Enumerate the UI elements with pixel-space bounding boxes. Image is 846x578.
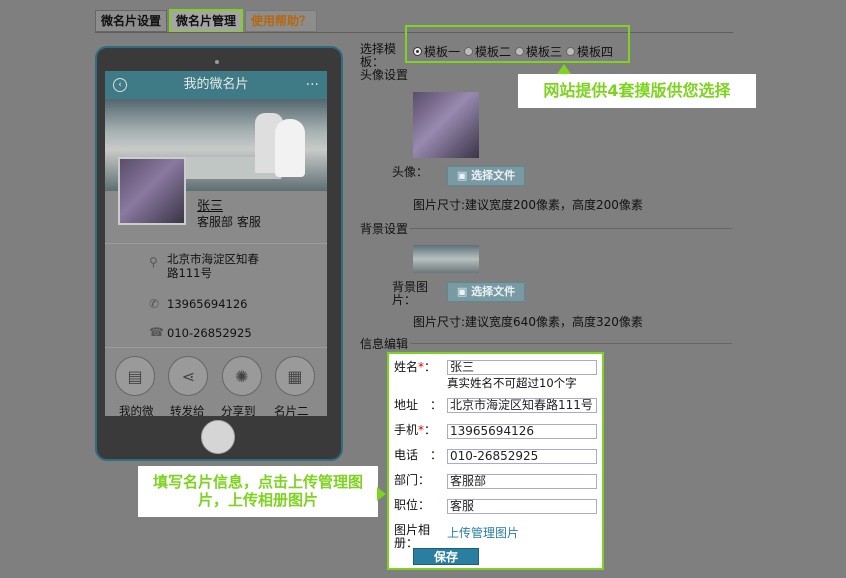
- preview-dept: 客服部 客服: [197, 215, 261, 229]
- dept-label: 部门：: [394, 473, 431, 487]
- template-option-4[interactable]: 模板四: [566, 43, 613, 60]
- template-callout: 网站提供4套摸版供您选择: [518, 74, 756, 108]
- template-option-1[interactable]: 模板一: [413, 43, 460, 60]
- tab-bar: 微名片设置 微名片管理 使用帮助？: [95, 9, 318, 33]
- template-option-2[interactable]: 模板二: [464, 43, 511, 60]
- phone-preview: ‹ 我的微名片 ··· 张三 客服部 客服 ⚲ 北京市海淀区知春路111号 ✆ …: [95, 46, 343, 461]
- preview-name: 张三: [197, 199, 224, 214]
- bg-size-note: 图片尺寸:建议宽度640像素，高度320像素: [413, 315, 643, 329]
- tel-input[interactable]: 010-26852925: [447, 449, 597, 464]
- tab-card-management[interactable]: 微名片管理: [169, 9, 244, 33]
- action-card-two[interactable]: 名片二: [274, 403, 309, 416]
- template-option-3[interactable]: 模板三: [515, 43, 562, 60]
- address-input[interactable]: 北京市海淀区知春路111号: [447, 398, 597, 413]
- action-forward[interactable]: 转发给: [170, 403, 205, 416]
- callout-arrow: [557, 64, 571, 74]
- back-icon[interactable]: ‹: [113, 78, 127, 92]
- bg-section-title: 背景设置: [360, 222, 409, 236]
- card-icon[interactable]: ▤: [115, 356, 155, 396]
- tel-label: 电话 ：: [394, 448, 443, 462]
- tel-icon: ☎: [149, 325, 164, 339]
- divider: [105, 243, 327, 244]
- address-label: 地址 ：: [394, 398, 443, 412]
- dept-input[interactable]: 客服部: [447, 474, 597, 489]
- phone-speaker: [215, 60, 219, 64]
- avatar-thumbnail: [413, 92, 479, 158]
- divider: [410, 228, 732, 229]
- radio-icon[interactable]: [515, 47, 525, 56]
- album-label: 图片相册：: [394, 523, 431, 550]
- radio-checked-icon[interactable]: [413, 47, 422, 56]
- divider: [105, 347, 327, 348]
- avatar-size-note: 图片尺寸:建议宽度200像素，高度200像素: [413, 198, 643, 212]
- template-radio-group: 模板一 模板二 模板三 模板四: [413, 43, 613, 60]
- mobile-input[interactable]: 13965694126: [447, 424, 597, 439]
- banner-figure: [275, 119, 305, 177]
- upload-album-link[interactable]: 上传管理图片: [447, 524, 519, 541]
- home-button[interactable]: [201, 420, 235, 454]
- image-icon: ▣: [456, 285, 472, 298]
- mobile-label: 手机*：: [394, 423, 437, 437]
- divider: [410, 343, 732, 344]
- info-callout: 填写名片信息，点击上传管理图片，上传相册图片: [138, 466, 378, 517]
- bg-thumbnail: [413, 245, 479, 273]
- image-icon: ▣: [456, 169, 472, 182]
- avatar-label: 头像：: [392, 165, 429, 179]
- phone-screen: ‹ 我的微名片 ··· 张三 客服部 客服 ⚲ 北京市海淀区知春路111号 ✆ …: [105, 71, 327, 416]
- action-share[interactable]: 分享到: [221, 403, 256, 416]
- aperture-icon[interactable]: ✺: [221, 356, 262, 396]
- tab-help[interactable]: 使用帮助？: [245, 10, 318, 32]
- template-label: 选择模板：: [360, 42, 397, 69]
- name-label: 姓名*：: [394, 360, 437, 374]
- preview-address: 北京市海淀区知春路111号: [167, 252, 259, 280]
- callout-arrow: [377, 487, 386, 501]
- preview-avatar: [118, 157, 186, 225]
- preview-tel: 010-26852925: [167, 326, 252, 340]
- avatar-file-button[interactable]: ▣ 选择文件: [447, 166, 525, 186]
- tab-card-settings[interactable]: 微名片设置: [95, 10, 168, 32]
- name-input[interactable]: 张三: [447, 360, 597, 375]
- phone-icon: ✆: [149, 297, 160, 311]
- name-hint: 真实姓名不可超过10个字: [447, 376, 577, 390]
- radio-icon[interactable]: [566, 47, 576, 56]
- share-icon[interactable]: ⋖: [168, 356, 209, 396]
- avatar-section-title: 头像设置: [360, 68, 409, 82]
- position-input[interactable]: 客服: [447, 499, 597, 514]
- info-section-title: 信息编辑: [360, 337, 409, 351]
- preview-title: 我的微名片: [183, 77, 249, 92]
- preview-action-row: ▤ ⋖ ✺ ▦: [115, 356, 315, 396]
- preview-phone: 13965694126: [167, 297, 248, 311]
- more-icon[interactable]: ···: [306, 71, 319, 99]
- action-my-card[interactable]: 我的微: [119, 403, 154, 416]
- qrcode-icon[interactable]: ▦: [274, 356, 315, 396]
- bg-file-button[interactable]: ▣ 选择文件: [447, 282, 525, 302]
- position-label: 职位：: [394, 498, 431, 512]
- bg-label: 背景图片：: [392, 280, 429, 307]
- location-icon: ⚲: [149, 255, 158, 269]
- preview-header: ‹ 我的微名片 ···: [105, 71, 327, 99]
- radio-icon[interactable]: [464, 47, 474, 56]
- save-button[interactable]: 保存: [413, 548, 479, 565]
